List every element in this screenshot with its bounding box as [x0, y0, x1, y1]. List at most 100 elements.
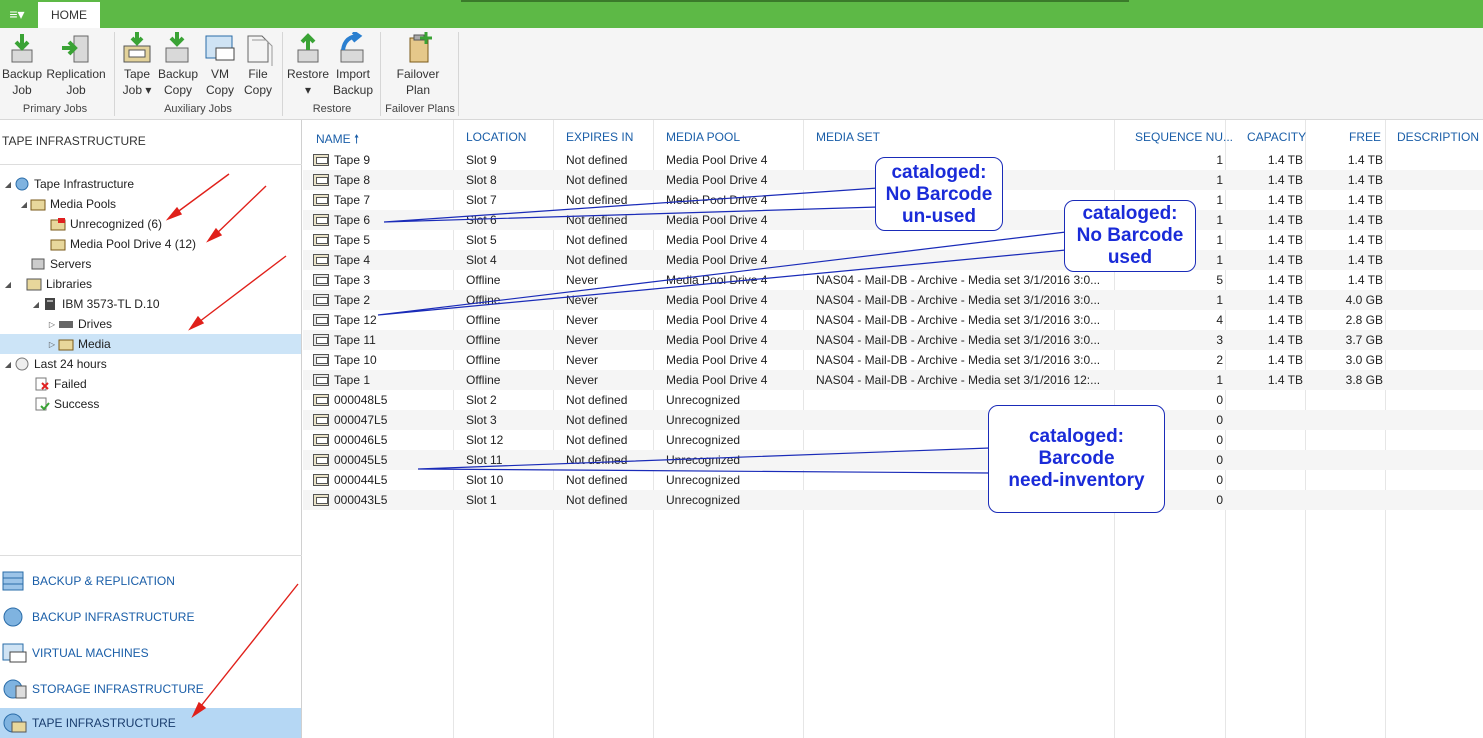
nav-label: BACKUP INFRASTRUCTURE	[32, 610, 195, 624]
cell-name: 000044L5	[334, 473, 388, 487]
cell-location: Offline	[466, 373, 501, 387]
ribbon: Backup Job Replication Job Primary Jobs …	[0, 28, 1483, 120]
cell-free: 1.4 TB	[1347, 153, 1383, 167]
cell-set: NAS04 - Mail-DB - Archive - Media set 3/…	[816, 273, 1101, 287]
tree-item-unrecognized[interactable]: Unrecognized (6)	[38, 214, 162, 234]
cell-capacity: 1.4 TB	[1267, 313, 1303, 327]
table-row[interactable]: 000045L5 Slot 11 Not defined Unrecognized 0	[303, 450, 1483, 470]
expand-icon[interactable]: ▷	[46, 340, 58, 349]
expand-icon[interactable]: ▷	[46, 320, 58, 329]
nav-tape-infrastructure[interactable]: TAPE INFRASTRUCTURE	[0, 708, 301, 738]
cell-name: Tape 3	[334, 273, 371, 287]
collapse-icon[interactable]: ◢	[2, 280, 14, 289]
backup-replication-icon	[2, 571, 24, 591]
ribbon-separator	[114, 32, 115, 116]
media-pool-icon	[30, 199, 46, 211]
cell-expires: Not defined	[566, 493, 628, 507]
cell-free: 4.0 GB	[1345, 293, 1383, 307]
tree-item-tape-infrastructure[interactable]: ◢ Tape Infrastructure	[2, 174, 134, 194]
ribbon-separator	[380, 32, 381, 116]
collapse-icon[interactable]: ◢	[30, 300, 42, 309]
table-row[interactable]: Tape 2 Offline Never Media Pool Drive 4 NAS0…	[303, 290, 1483, 310]
table-row[interactable]: 000048L5 Slot 2 Not defined Unrecognized 0	[303, 390, 1483, 410]
replication-job-label: Replication Job	[46, 67, 106, 97]
column-header-description[interactable]: DESCRIPTION	[1397, 130, 1479, 144]
tree-item-media-pools[interactable]: ◢ Media Pools	[18, 194, 116, 214]
cell-location: Slot 12	[466, 433, 504, 447]
cell-expires: Never	[566, 333, 599, 347]
backup-job-button[interactable]: Backup Job	[2, 32, 42, 104]
tree-label: Tape Infrastructure	[34, 177, 135, 191]
column-header-name[interactable]: NAME 🠕	[316, 130, 359, 151]
column-header-free[interactable]: FREE	[1349, 130, 1381, 144]
backup-job-label: Backup Job	[1, 67, 43, 97]
tree-item-ibm-library[interactable]: ◢ IBM 3573-TL D.10	[30, 294, 160, 314]
nav-backup-replication[interactable]: BACKUP & REPLICATION	[0, 566, 301, 596]
column-header-capacity[interactable]: CAPACITY	[1247, 130, 1306, 144]
table-row[interactable]: Tape 10 Offline Never Media Pool Drive 4 NAS…	[303, 350, 1483, 370]
veeam-window: ≡▾ HOME Backup Job Replication Job Prima…	[0, 0, 1483, 738]
table-row[interactable]: Tape 3 Offline Never Media Pool Drive 4 NAS0…	[303, 270, 1483, 290]
cell-location: Slot 6	[466, 213, 497, 227]
table-row[interactable]: Tape 5 Slot 5 Not defined Media Pool Drive …	[303, 230, 1483, 250]
tree-item-libraries[interactable]: ◢ Libraries	[2, 274, 92, 294]
tape-icon	[313, 294, 329, 306]
tape-icon	[313, 274, 329, 286]
cell-free: 1.4 TB	[1347, 213, 1383, 227]
table-row[interactable]: Tape 4 Slot 4 Not defined Media Pool Drive …	[303, 250, 1483, 270]
cell-pool: Media Pool Drive 4	[666, 273, 768, 287]
column-header-sequence[interactable]: SEQUENCE NU...	[1135, 130, 1233, 144]
collapse-icon[interactable]: ◢	[2, 360, 14, 369]
table-row[interactable]: Tape 1 Offline Never Media Pool Drive 4 NAS0…	[303, 370, 1483, 390]
tab-home[interactable]: HOME	[38, 2, 100, 28]
tree-item-drives[interactable]: ▷ Drives	[46, 314, 112, 334]
collapse-icon[interactable]: ◢	[2, 180, 14, 189]
restore-button[interactable]: Restore ▾	[286, 32, 330, 104]
table-row[interactable]: Tape 11 Offline Never Media Pool Drive 4 NAS…	[303, 330, 1483, 350]
tape-icon	[313, 414, 329, 426]
cell-seq: 1	[1216, 173, 1223, 187]
file-copy-icon	[247, 35, 273, 66]
tree-item-media-pool-drive-4[interactable]: Media Pool Drive 4 (12)	[38, 234, 196, 254]
tree-item-last-24-hours[interactable]: ◢ Last 24 hours	[2, 354, 107, 374]
tree-item-servers[interactable]: Servers	[18, 254, 91, 274]
table-row[interactable]: Tape 12 Offline Never Media Pool Drive 4 NAS…	[303, 310, 1483, 330]
nav-virtual-machines[interactable]: VIRTUAL MACHINES	[0, 638, 301, 668]
vm-copy-label: VM Copy	[205, 67, 234, 97]
cell-capacity	[1233, 450, 1303, 470]
import-backup-button[interactable]: Import Backup	[332, 32, 374, 104]
app-menu-button[interactable]: ≡▾	[0, 0, 34, 28]
cell-capacity: 1.4 TB	[1267, 213, 1303, 227]
table-row[interactable]: 000044L5 Slot 10 Not defined Unrecognized 0	[303, 470, 1483, 490]
table-row[interactable]: 000046L5 Slot 12 Not defined Unrecognized 0	[303, 430, 1483, 450]
nav-backup-infrastructure[interactable]: BACKUP INFRASTRUCTURE	[0, 602, 301, 632]
tree-item-failed[interactable]: Failed	[22, 374, 87, 394]
ribbon-separator	[282, 32, 283, 116]
pane-title: TAPE INFRASTRUCTURE	[2, 134, 146, 148]
column-header-media-pool[interactable]: MEDIA POOL	[666, 130, 740, 144]
cell-location: Offline	[466, 313, 501, 327]
nav-label: STORAGE INFRASTRUCTURE	[32, 682, 204, 696]
nav-storage-infrastructure[interactable]: STORAGE INFRASTRUCTURE	[0, 674, 301, 704]
vm-copy-button[interactable]: VM Copy	[200, 32, 240, 104]
failover-plan-button[interactable]: Failover Plan	[392, 32, 444, 104]
column-header-media-set[interactable]: MEDIA SET	[816, 130, 880, 144]
table-row[interactable]: 000047L5 Slot 3 Not defined Unrecognized 0	[303, 410, 1483, 430]
cell-set: NAS04 - Mail-DB - Archive - Media set 3/…	[816, 313, 1101, 327]
tape-icon	[313, 394, 329, 406]
tree-item-media[interactable]: ▷ Media	[46, 334, 111, 354]
column-header-expires[interactable]: EXPIRES IN	[566, 130, 633, 144]
backup-copy-button[interactable]: Backup Copy	[158, 32, 198, 104]
tape-job-button[interactable]: Tape Job ▾	[118, 32, 156, 104]
tree-label: Media	[78, 337, 111, 351]
group-auxiliary-jobs: Auxiliary Jobs	[164, 103, 232, 115]
table-row[interactable]: 000043L5 Slot 1 Not defined Unrecognized 0	[303, 490, 1483, 510]
cell-location: Offline	[466, 273, 501, 287]
replication-job-button[interactable]: Replication Job	[44, 32, 108, 104]
file-copy-button[interactable]: File Copy	[240, 32, 276, 104]
column-header-location[interactable]: LOCATION	[466, 130, 526, 144]
collapse-icon[interactable]: ◢	[18, 200, 30, 209]
cell-location: Offline	[466, 353, 501, 367]
tree-item-success[interactable]: Success	[22, 394, 99, 414]
cell-capacity: 1.4 TB	[1267, 173, 1303, 187]
